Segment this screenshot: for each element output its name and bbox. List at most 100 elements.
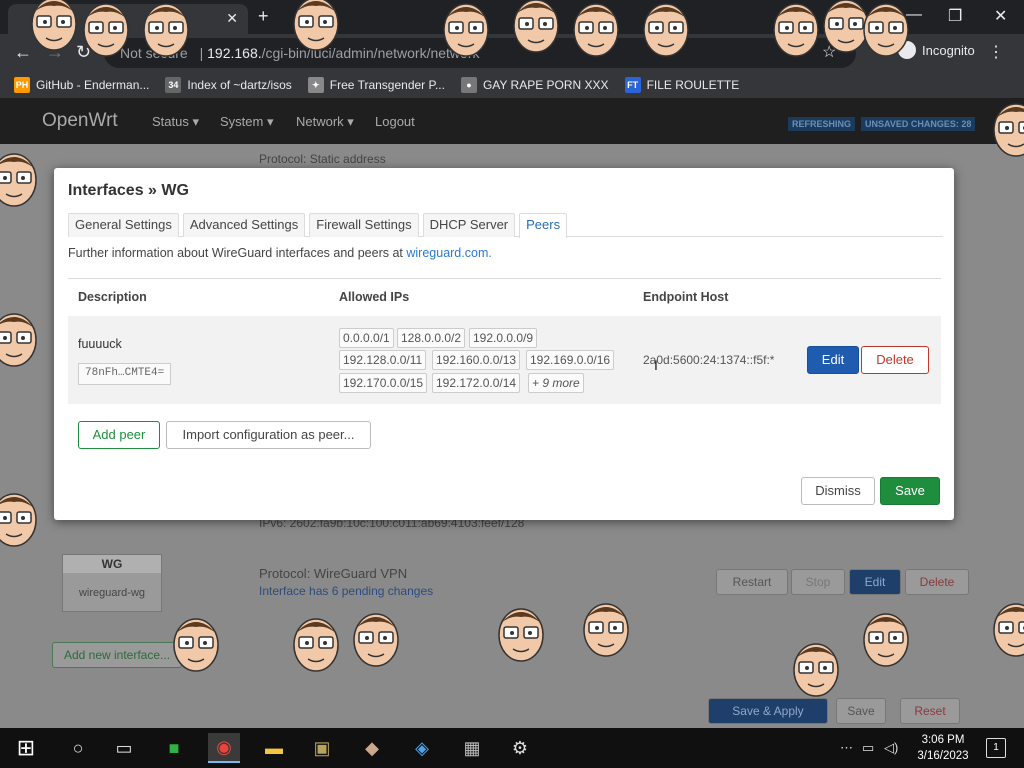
address-host: 192.168. [207, 45, 262, 61]
address-path: /cgi-bin/luci/admin/network/network [261, 45, 480, 61]
bookmark-favicon-icon: ● [460, 77, 477, 93]
bg-stop-button[interactable]: Stop [791, 569, 845, 595]
wireguard-info: Further information about WireGuard inte… [68, 246, 492, 260]
allowed-ip-chip: 192.169.0.0/16 [526, 350, 615, 370]
windows-taskbar: ⊞ ○ ▭ ■ ◉ ▬ ▣ ◆ ◈ ▦ ⚙ ⋯ ▭ ◁) 3:06 PM 3/1… [0, 728, 1024, 768]
browser-menu-icon[interactable]: ⋮ [988, 42, 1004, 62]
back-icon[interactable]: ← [14, 42, 32, 63]
bg-restart-button[interactable]: Restart [716, 569, 788, 595]
menu-system[interactable]: System ▾ [220, 114, 273, 130]
close-tab-icon[interactable]: ✕ [226, 10, 238, 27]
network-icon[interactable]: ▭ [862, 740, 874, 756]
app-icon[interactable]: ▦ [456, 733, 488, 763]
bookmark-item[interactable]: FT FILE ROULETTE [624, 77, 739, 93]
app-icon[interactable]: ◈ [406, 733, 438, 763]
bg-save-button[interactable]: Save [836, 698, 886, 724]
import-peer-config-button[interactable]: Import configuration as peer... [166, 421, 371, 449]
browser-toolbar: ← → ↻ Not secure | 192.168./cgi-bin/luci… [0, 34, 1024, 72]
bookmark-label: GAY RAPE PORN XXX [482, 78, 609, 92]
allowed-ip-chip: 192.0.0.0/9 [469, 328, 538, 348]
column-endpoint-host: Endpoint Host [643, 290, 729, 304]
reload-icon[interactable]: ↻ [76, 42, 91, 63]
bg-protocol-static: Protocol: Static address [259, 152, 386, 166]
peer-description: fuuuuck [78, 337, 122, 351]
system-clock[interactable]: 3:06 PM 3/16/2023 [912, 732, 974, 764]
info-text: Further information about WireGuard inte… [68, 246, 407, 260]
bookmark-favicon-icon: ✦ [307, 77, 324, 93]
bookmark-item[interactable]: PH GitHub - Enderman... [14, 77, 149, 93]
bg-interface-name: WG [63, 555, 161, 573]
browser-tabstrip: ✕ + — ❐ ✕ [0, 0, 1024, 34]
settings-gear-icon[interactable]: ⚙ [504, 733, 536, 763]
file-explorer-icon[interactable]: ▬ [258, 733, 290, 763]
column-allowed-ips: Allowed IPs [339, 290, 410, 304]
bookmark-item[interactable]: 34 Index of ~dartz/isos [165, 77, 292, 93]
address-bar[interactable]: Not secure | 192.168./cgi-bin/luci/admin… [104, 38, 856, 68]
dismiss-button[interactable]: Dismiss [801, 477, 875, 505]
menu-network[interactable]: Network ▾ [296, 114, 354, 130]
allowed-ip-chip: 192.172.0.0/14 [432, 373, 521, 393]
interface-edit-modal: Interfaces » WG General Settings Advance… [54, 168, 954, 520]
bookmarks-bar: PH GitHub - Enderman... 34 Index of ~dartz/… [0, 72, 1024, 98]
text-cursor-icon: I [654, 357, 658, 373]
not-secure-label[interactable]: Not secure [120, 45, 188, 61]
bookmark-item[interactable]: ✦ Free Transgender P... [307, 77, 445, 93]
app-icon[interactable]: ■ [158, 733, 190, 763]
app-icon[interactable]: ◆ [356, 733, 388, 763]
close-window-icon[interactable]: ✕ [994, 6, 1007, 26]
bookmark-star-icon[interactable]: ☆ [822, 42, 836, 62]
openwrt-brand[interactable]: OpenWrt [42, 110, 118, 132]
peer-endpoint-host: 2a0d:5600:24:1374::f5f:* [643, 353, 775, 367]
bg-interface-device: wireguard-wg [78, 587, 146, 599]
minimize-icon[interactable]: — [906, 6, 922, 24]
refreshing-badge: REFRESHING [788, 117, 856, 131]
divider [68, 278, 941, 279]
incognito-indicator[interactable]: Incognito [898, 41, 975, 59]
modal-tabs: General Settings Advanced Settings Firew… [68, 213, 943, 238]
delete-peer-button[interactable]: Delete [861, 346, 929, 374]
incognito-icon [898, 41, 916, 59]
allowed-ip-chip: 192.128.0.0/11 [339, 350, 427, 370]
app-icon[interactable]: ▣ [306, 733, 338, 763]
tab-general-settings[interactable]: General Settings [68, 213, 179, 237]
allowed-ip-chip: 192.170.0.0/15 [339, 373, 428, 393]
bg-edit-button[interactable]: Edit [849, 569, 901, 595]
tab-dhcp-server[interactable]: DHCP Server [422, 213, 516, 237]
bookmark-label: GitHub - Enderman... [36, 78, 150, 92]
wireguard-link[interactable]: wireguard.com. [406, 246, 491, 260]
forward-icon[interactable]: → [46, 42, 64, 63]
tab-advanced-settings[interactable]: Advanced Settings [182, 213, 306, 237]
menu-status[interactable]: Status ▾ [152, 114, 199, 130]
browser-tab[interactable]: ✕ [8, 4, 248, 34]
bg-save-apply-button[interactable]: Save & Apply [708, 698, 828, 724]
tray-overflow-icon[interactable]: ⋯ [840, 740, 853, 756]
allowed-ip-chip: 192.160.0.0/13 [432, 350, 521, 370]
bookmark-favicon-icon: PH [14, 77, 30, 93]
notification-center-icon[interactable]: 1 [986, 738, 1006, 758]
openwrt-navbar: OpenWrt Status ▾ System ▾ Network ▾ Logo… [0, 98, 1024, 144]
unsaved-changes-badge[interactable]: UNSAVED CHANGES: 28 [861, 117, 976, 131]
bg-delete-button[interactable]: Delete [905, 569, 969, 595]
restore-icon[interactable]: ❐ [948, 6, 962, 26]
tab-peers[interactable]: Peers [519, 213, 568, 238]
column-description: Description [78, 290, 147, 304]
windows-start-icon[interactable]: ⊞ [10, 733, 42, 763]
task-view-icon[interactable]: ▭ [108, 733, 140, 763]
bg-protocol-wireguard: Protocol: WireGuard VPN [259, 566, 408, 581]
menu-logout[interactable]: Logout [375, 114, 415, 129]
edit-peer-button[interactable]: Edit [807, 346, 859, 374]
bg-add-interface-button[interactable]: Add new interface... [52, 642, 182, 668]
bg-reset-button[interactable]: Reset [900, 698, 960, 724]
bookmark-label: Index of ~dartz/isos [187, 78, 292, 92]
tab-firewall-settings[interactable]: Firewall Settings [309, 213, 419, 237]
bg-pending-changes: Interface has 6 pending changes [259, 584, 434, 598]
add-peer-button[interactable]: Add peer [78, 421, 160, 449]
new-tab-icon[interactable]: + [258, 6, 269, 27]
save-button[interactable]: Save [880, 477, 940, 505]
volume-icon[interactable]: ◁) [884, 740, 898, 756]
bookmark-favicon-icon: FT [624, 77, 641, 93]
bookmark-item[interactable]: ● GAY RAPE PORN XXX [460, 77, 609, 93]
chrome-icon[interactable]: ◉ [208, 733, 240, 763]
search-icon[interactable]: ○ [62, 733, 94, 763]
more-ips-chip[interactable]: + 9 more [528, 373, 584, 393]
